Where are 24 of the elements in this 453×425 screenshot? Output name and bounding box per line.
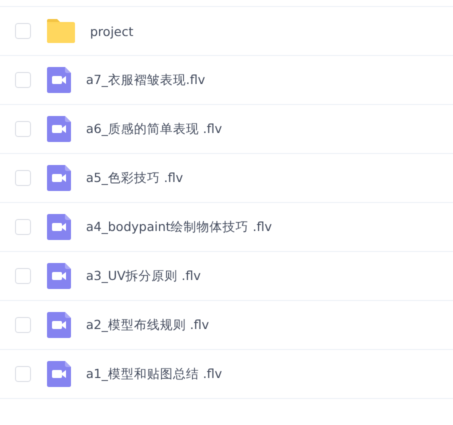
file-name[interactable]: a2_模型布线规则 .flv (86, 316, 210, 334)
checkbox[interactable] (15, 366, 31, 382)
file-name[interactable]: project (90, 24, 134, 38)
file-name[interactable]: a1_模型和贴图总结 .flv (86, 366, 222, 382)
checkbox[interactable] (15, 23, 31, 39)
video-file-icon (47, 165, 71, 191)
file-name[interactable]: a3_UV拆分原则 .flv (86, 268, 201, 284)
checkbox[interactable] (15, 170, 31, 186)
checkbox[interactable] (15, 121, 31, 137)
video-file-icon (47, 116, 71, 142)
file-name[interactable]: a7_衣服褶皱表现.flv (86, 72, 206, 88)
file-name[interactable]: a5_色彩技巧 .flv (86, 170, 184, 186)
video-file-icon (47, 312, 71, 338)
checkbox[interactable] (15, 72, 31, 88)
checkbox[interactable] (15, 268, 31, 284)
file-name[interactable]: a6_质感的简单表现 .flv (86, 120, 222, 138)
checkbox[interactable] (15, 219, 31, 235)
video-file-icon (47, 214, 71, 240)
video-file-icon (47, 361, 71, 387)
folder-icon (47, 19, 75, 43)
video-file-icon (47, 263, 71, 289)
video-file-icon (47, 67, 71, 93)
file-name[interactable]: a4_bodypaint绘制物体技巧 .flv (86, 218, 272, 236)
checkbox[interactable] (15, 317, 31, 333)
